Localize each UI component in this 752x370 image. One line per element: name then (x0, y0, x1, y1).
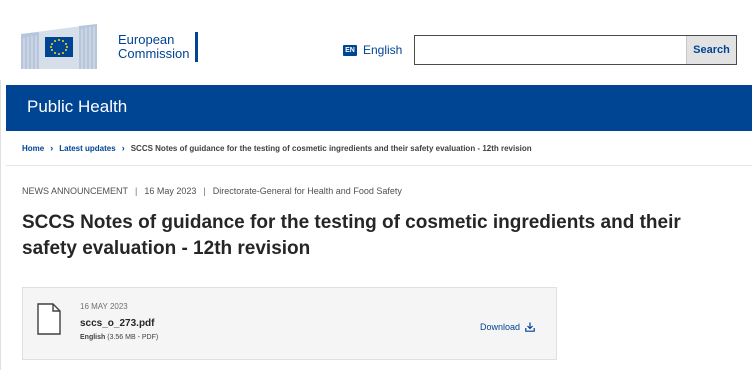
logo-text: European Commission (118, 31, 190, 61)
file-details: (3.56 MB - PDF) (107, 334, 159, 341)
breadcrumb-home-link[interactable]: Home (22, 144, 44, 153)
file-language: English (80, 334, 106, 341)
file-language-info: English (3.56 MB - PDF) (80, 334, 158, 341)
page-title: SCCS Notes of guidance for the testing o… (22, 212, 681, 259)
logo-line-commission: Commission (118, 45, 190, 61)
file-date: 16 MAY 2023 (80, 302, 128, 311)
language-label: English (363, 43, 403, 57)
meta-separator: | (203, 186, 206, 196)
breadcrumb-current: SCCS Notes of guidance for the testing o… (130, 143, 532, 153)
meta-department: Directorate-General for Health and Food … (212, 186, 402, 196)
chevron-right-icon: › (121, 143, 125, 153)
meta-type: NEWS ANNOUNCEMENT (22, 186, 129, 196)
search-form: Search (414, 35, 737, 65)
logo-line-european: European (118, 31, 175, 47)
breadcrumb-latest-updates-link[interactable]: Latest updates (59, 144, 115, 153)
download-icon (525, 322, 535, 332)
breadcrumb-divider (6, 165, 752, 166)
page-meta: NEWS ANNOUNCEMENT | 16 May 2023 | Directorat… (22, 186, 402, 196)
language-code-icon: EN (343, 44, 357, 56)
file-icon (37, 303, 61, 335)
language-selector[interactable]: EN English (343, 43, 402, 57)
search-button[interactable]: Search (686, 36, 736, 64)
download-link[interactable]: Download (480, 322, 535, 332)
meta-separator: | (135, 186, 138, 196)
chevron-right-icon: › (50, 143, 54, 153)
meta-date: 16 May 2023 (144, 186, 197, 196)
site-title[interactable]: Public Health (27, 97, 127, 117)
logo-divider (194, 31, 198, 62)
eu-flag-logo-icon (21, 24, 97, 69)
breadcrumb: Home › Latest updates › SCCS Notes of gu… (22, 143, 532, 153)
ec-logo[interactable]: European Commission (21, 24, 198, 69)
site-header: European Commission EN English Search (0, 0, 752, 80)
download-label: Download (480, 322, 521, 332)
site-banner: Public Health (6, 85, 752, 131)
search-input[interactable] (415, 36, 686, 64)
file-name: sccs_o_273.pdf (80, 318, 155, 329)
file-card: 16 MAY 2023 sccs_o_273.pdf English (3.56… (22, 287, 557, 360)
